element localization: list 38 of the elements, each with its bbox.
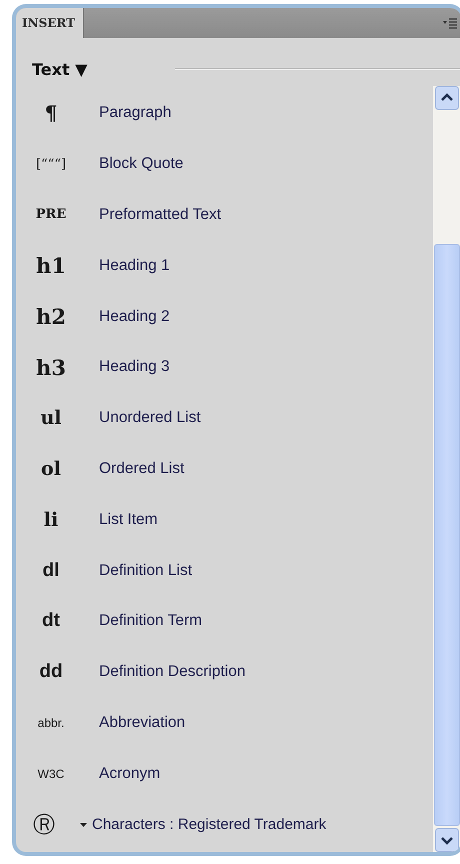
category-dropdown[interactable]: Text ▼ bbox=[32, 60, 88, 78]
insert-item[interactable]: Paragraph bbox=[86, 104, 172, 122]
element-icon: [“““] bbox=[16, 156, 86, 172]
element-icon: abbr. bbox=[16, 716, 86, 730]
insert-item[interactable]: Abbreviation bbox=[86, 714, 186, 732]
insert-item[interactable]: Unordered List bbox=[86, 409, 201, 428]
scroll-thumb[interactable] bbox=[434, 244, 460, 826]
insert-item[interactable]: List Item bbox=[86, 510, 158, 529]
element-icon: dd bbox=[16, 661, 86, 684]
insert-item[interactable]: Characters : Registered Trademark bbox=[92, 816, 326, 834]
panel-menu-icon[interactable] bbox=[443, 17, 457, 29]
insert-tab[interactable]: INSERT bbox=[16, 8, 84, 38]
element-icon: dl bbox=[16, 560, 86, 582]
element-icon: PRE bbox=[16, 207, 86, 222]
element-icon: h3 bbox=[16, 354, 86, 380]
scroll-up-button[interactable] bbox=[435, 86, 459, 110]
scrollbar[interactable] bbox=[433, 86, 460, 852]
insert-item[interactable]: Definition Description bbox=[86, 663, 246, 682]
insert-item[interactable]: Definition Term bbox=[86, 612, 202, 630]
element-icon: W3C bbox=[16, 766, 86, 781]
insert-item[interactable]: Definition List bbox=[86, 562, 192, 580]
caret-icon[interactable] bbox=[80, 822, 87, 827]
insert-item[interactable]: Heading 2 bbox=[86, 308, 170, 326]
insert-item[interactable]: Heading 3 bbox=[86, 358, 170, 376]
element-icon: li bbox=[16, 508, 86, 531]
element-icon: dt bbox=[16, 610, 86, 632]
element-icon: ul bbox=[16, 407, 86, 430]
insert-item[interactable]: Block Quote bbox=[86, 155, 184, 174]
element-icon: h1 bbox=[16, 253, 86, 278]
element-icon: h2 bbox=[16, 304, 86, 330]
insert-item[interactable]: Acronym bbox=[86, 764, 160, 783]
insert-item[interactable]: Preformatted Text bbox=[86, 206, 222, 224]
element-icon: Ⓡ bbox=[16, 810, 72, 840]
scroll-down-button[interactable] bbox=[435, 828, 459, 852]
element-icon: ol bbox=[16, 458, 86, 480]
element-icon: ¶ bbox=[16, 101, 86, 126]
insert-item[interactable]: Ordered List bbox=[86, 460, 184, 478]
insert-item[interactable]: Heading 1 bbox=[86, 256, 170, 275]
